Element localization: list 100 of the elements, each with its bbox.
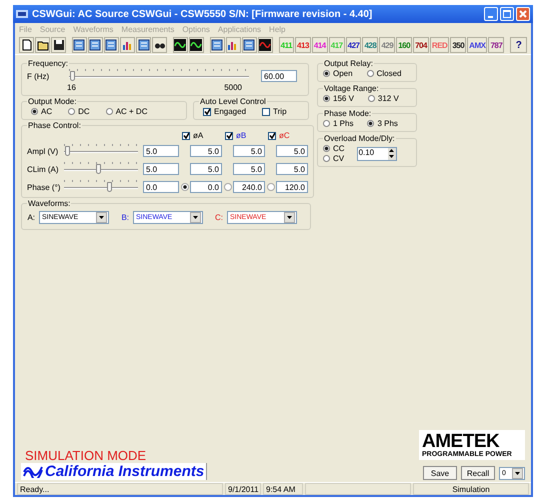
field-label: F (Hz): [27, 72, 50, 80]
value-field[interactable]: 5.0: [233, 145, 265, 157]
slider-thumb[interactable]: [96, 164, 102, 174]
value-field[interactable]: 5.0: [143, 145, 179, 157]
group-title: Waveforms:: [27, 199, 72, 208]
value-field[interactable]: 5.0: [190, 145, 222, 157]
value-field[interactable]: 5.0: [276, 163, 308, 175]
group-title: Voltage Range:: [323, 84, 380, 93]
maximize-button[interactable]: [500, 7, 514, 21]
radio-option[interactable]: AC: [31, 107, 52, 116]
folder-icon[interactable]: [35, 37, 50, 53]
radio-option[interactable]: Open: [323, 69, 353, 78]
slider-thumb[interactable]: [70, 71, 75, 81]
model-button[interactable]: 350: [450, 37, 466, 53]
radio-option[interactable]: 156 V: [323, 94, 354, 103]
frequency-field[interactable]: 60.00: [261, 70, 297, 82]
caret-icon: [99, 216, 104, 219]
help-button[interactable]: ?: [510, 37, 528, 53]
group-title: Overload Mode/Dly:: [323, 134, 396, 143]
status-panel: Ready...: [17, 483, 223, 495]
model-button[interactable]: AMX: [467, 37, 488, 53]
model-button[interactable]: 704: [413, 37, 429, 53]
sine-wave-icon[interactable]: [188, 37, 204, 53]
model-button[interactable]: 787: [488, 37, 504, 53]
status-panel: 9/1/2011: [225, 483, 261, 495]
value-field[interactable]: 0.0: [190, 181, 222, 193]
group-title: Frequency:: [27, 59, 70, 68]
value-field[interactable]: 240.0: [233, 181, 265, 193]
model-button[interactable]: 413: [295, 37, 311, 53]
group-title: Phase Mode:: [323, 109, 372, 118]
delay-spinner[interactable]: 0.10: [356, 146, 397, 160]
radio-button[interactable]: [224, 183, 232, 191]
checkmark-icon: [226, 132, 232, 139]
phase-checkbox[interactable]: øA: [180, 131, 222, 140]
value-field[interactable]: 120.0: [276, 181, 308, 193]
value-field[interactable]: 5.0: [143, 163, 179, 175]
wave-logo-icon: [23, 466, 43, 478]
radio-option[interactable]: AC + DC: [106, 107, 148, 116]
checkmark-icon: [183, 132, 189, 139]
document-icon[interactable]: [19, 37, 34, 53]
value-slider[interactable]: [64, 162, 138, 176]
field-label: Phase (°): [27, 182, 62, 192]
group-title: Output Relay:: [323, 59, 374, 68]
waveform-icon[interactable]: [258, 37, 273, 53]
value-field[interactable]: 5.0: [276, 145, 308, 157]
field-label: CLim (A): [27, 164, 60, 174]
group-title: Phase Control:: [27, 121, 82, 130]
radio-option[interactable]: DC: [68, 107, 90, 116]
value-slider[interactable]: [64, 144, 138, 158]
value-field[interactable]: 0.0: [143, 181, 179, 193]
close-button[interactable]: [516, 7, 530, 21]
slider-thumb[interactable]: [65, 146, 70, 156]
brand-logo: California Instruments: [21, 463, 208, 480]
maximize-icon: [503, 10, 511, 18]
group-title: Auto Level Control: [199, 97, 267, 106]
radio-option[interactable]: 1 Phs: [323, 119, 354, 128]
checkbox-option[interactable]: Trip: [262, 107, 287, 116]
radio-option[interactable]: CC: [323, 144, 345, 153]
phase-checkbox[interactable]: øC: [266, 131, 308, 140]
field-label: A:: [27, 213, 35, 222]
model-button[interactable]: 160: [396, 37, 412, 53]
value-field[interactable]: 5.0: [190, 163, 222, 175]
radio-button[interactable]: [181, 183, 189, 191]
radio-option[interactable]: CV: [323, 154, 345, 163]
phase-checkbox[interactable]: øB: [223, 131, 265, 140]
caret-icon: [193, 216, 198, 219]
value-field[interactable]: 5.0: [233, 163, 265, 175]
checkmark-icon: [204, 108, 210, 115]
radio-option[interactable]: 312 V: [368, 94, 399, 103]
value-slider[interactable]: [64, 180, 138, 194]
slider-thumb[interactable]: [107, 182, 112, 192]
close-icon: [519, 10, 527, 18]
minimize-button[interactable]: [484, 7, 498, 21]
down-arrow-icon: [389, 155, 394, 158]
frequency-slider[interactable]: [69, 69, 249, 83]
status-panel: Simulation: [413, 483, 529, 495]
group-title: Output Mode:: [27, 97, 78, 106]
field-label: Ampl (V): [27, 146, 60, 156]
field-label: C:: [215, 213, 223, 222]
recall-button[interactable]: Recall: [461, 466, 495, 480]
bar-chart-icon[interactable]: [120, 37, 136, 53]
field-label: B:: [121, 213, 129, 222]
status-panel: 9:54 AM: [263, 483, 303, 495]
caret-icon: [287, 216, 292, 219]
histogram-icon[interactable]: [226, 37, 241, 53]
model-button[interactable]: 427: [346, 37, 362, 53]
window-title: CSWGui: AC Source CSWGui - CSW5550 S/N: [Firmware revision - 4.40]: [32, 8, 374, 20]
checkbox-option[interactable]: Engaged: [203, 107, 246, 116]
radio-button[interactable]: [267, 183, 275, 191]
checkmark-icon: [269, 132, 275, 139]
save-button[interactable]: Save: [423, 466, 457, 480]
radio-option[interactable]: 3 Phs: [367, 119, 398, 128]
save-icon[interactable]: [51, 37, 66, 53]
simulation-mode-label: SIMULATION MODE: [25, 448, 148, 463]
model-button[interactable]: 428: [362, 37, 378, 53]
app-icon: [16, 10, 28, 18]
caret-icon: [515, 472, 520, 474]
scale-label: 5000: [224, 83, 242, 92]
sine-wave-icon[interactable]: [172, 37, 188, 53]
radio-option[interactable]: Closed: [366, 69, 402, 78]
